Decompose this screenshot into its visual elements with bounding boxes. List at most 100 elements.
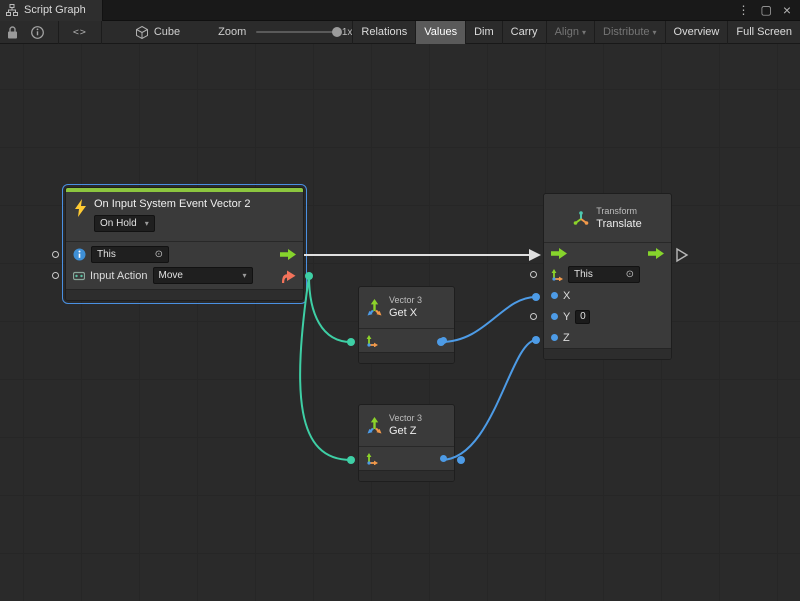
node-on-input-system-event[interactable]: On Input System Event Vector 2 On Hold ▾…: [65, 187, 304, 301]
toolbar-separator: [101, 21, 102, 44]
toolbar-buttons: Relations Values Dim Carry Align▾ Distri…: [352, 21, 800, 44]
transform-flow-row: [544, 243, 671, 264]
transform-y-row: Y 0: [544, 306, 671, 327]
wire-vector2-getz[interactable]: [300, 276, 351, 460]
flow-port[interactable]: [52, 251, 59, 258]
event-this-field[interactable]: This ⊙: [91, 246, 169, 263]
cube-icon: [136, 26, 148, 39]
wire-float-z[interactable]: [441, 340, 536, 460]
axes-icon: [366, 453, 378, 465]
flow-out-arrow-icon[interactable]: [648, 248, 664, 259]
y-port-outer[interactable]: [530, 313, 537, 320]
transform-header: Transform Translate: [544, 194, 671, 242]
code-view-icon[interactable]: <>: [59, 27, 101, 38]
wire-endpoint[interactable]: [347, 338, 355, 346]
maximize-icon[interactable]: ▢: [760, 4, 771, 16]
vector3-icon: [366, 299, 383, 316]
axes-icon: [366, 335, 378, 347]
titlebar: Script Graph ⋮ ▢ ×: [0, 0, 800, 21]
wire-endpoint[interactable]: [347, 456, 355, 464]
graph-toolbar: <> Cube Zoom 1x Relations Values Dim Car…: [0, 21, 800, 44]
chevron-down-icon: ▾: [582, 28, 586, 37]
event-node-header: On Input System Event Vector 2 On Hold ▾: [66, 192, 303, 241]
wire-endpoint[interactable]: [457, 456, 465, 464]
zoom-slider-handle[interactable]: [332, 27, 342, 37]
close-icon[interactable]: ×: [783, 3, 791, 17]
node-footer: [66, 289, 303, 300]
node-get-x[interactable]: Vector 3 Get X: [358, 286, 455, 364]
object-port[interactable]: [530, 271, 537, 278]
z-input-port[interactable]: [551, 334, 558, 341]
script-graph-window: Script Graph ⋮ ▢ × <> Cube Zoom 1x: [0, 0, 800, 601]
tab-script-graph[interactable]: Script Graph: [0, 0, 103, 21]
lock-icon[interactable]: [7, 26, 18, 39]
event-mode-dropdown[interactable]: On Hold ▾: [94, 215, 155, 232]
flow-port[interactable]: [52, 272, 59, 279]
object-icon: [73, 248, 86, 261]
input-action-label: Input Action: [90, 270, 148, 282]
event-this-row: This ⊙: [66, 244, 303, 265]
lightning-bolt-icon: [74, 199, 87, 222]
node-group-label: Vector 3: [389, 413, 422, 424]
target-object-label: Cube: [154, 26, 180, 38]
node-group-label: Transform: [596, 206, 641, 217]
node-footer: [359, 352, 454, 363]
full-screen-button[interactable]: Full Screen: [727, 21, 800, 44]
get-x-port-row: [359, 328, 454, 352]
wire-endpoint[interactable]: [532, 293, 540, 301]
node-name-label: Translate: [596, 217, 641, 231]
get-z-header: Vector 3 Get Z: [359, 405, 454, 446]
node-name-label: Get Z: [389, 424, 422, 438]
align-button[interactable]: Align▾: [546, 21, 594, 44]
flow-out-arrow-icon[interactable]: [280, 249, 296, 260]
y-value-field[interactable]: 0: [575, 310, 590, 324]
transform-z-row: Z: [544, 327, 671, 348]
chevron-down-icon: ▾: [145, 217, 149, 230]
z-port-label: Z: [563, 332, 570, 344]
flow-continue-triangle[interactable]: [677, 249, 687, 261]
distribute-button[interactable]: Distribute▾: [594, 21, 664, 44]
float-output-port[interactable]: [440, 337, 447, 344]
node-get-z[interactable]: Vector 3 Get Z: [358, 404, 455, 482]
transform-this-field[interactable]: This ⊙: [568, 266, 640, 283]
chevron-down-icon: ▾: [653, 28, 657, 37]
wire-endpoint[interactable]: [305, 272, 313, 280]
input-action-dropdown[interactable]: Move ▾: [153, 267, 253, 284]
event-node-title: On Input System Event Vector 2: [94, 198, 251, 210]
wire-vector2-getx[interactable]: [309, 276, 351, 342]
y-port-label: Y: [563, 311, 570, 323]
object-picker-icon[interactable]: ⊙: [626, 268, 634, 281]
wire-float-x[interactable]: [441, 297, 536, 342]
transform-this-row: This ⊙: [544, 264, 671, 285]
node-transform-translate[interactable]: Transform Translate: [543, 193, 672, 360]
wire-flow-arrowhead: [529, 249, 541, 261]
graph-canvas[interactable]: On Input System Event Vector 2 On Hold ▾…: [0, 44, 800, 601]
y-input-port[interactable]: [551, 313, 558, 320]
carry-button[interactable]: Carry: [502, 21, 546, 44]
object-picker-icon[interactable]: ⊙: [155, 248, 163, 261]
window-controls: ⋮ ▢ ×: [737, 3, 800, 17]
chevron-down-icon: ▾: [242, 269, 246, 282]
zoom-slider[interactable]: [256, 31, 334, 33]
overview-button[interactable]: Overview: [665, 21, 728, 44]
axes-icon: [551, 269, 563, 281]
dim-button[interactable]: Dim: [465, 21, 502, 44]
float-output-port[interactable]: [440, 455, 447, 462]
x-input-port[interactable]: [551, 292, 558, 299]
tab-label: Script Graph: [24, 4, 86, 16]
wire-endpoint[interactable]: [532, 336, 540, 344]
node-group-label: Vector 3: [389, 295, 422, 306]
get-x-header: Vector 3 Get X: [359, 287, 454, 328]
node-name-label: Get X: [389, 306, 422, 320]
get-z-port-row: [359, 446, 454, 470]
vector2-out-arrow-icon[interactable]: [281, 269, 296, 283]
node-footer: [544, 348, 671, 359]
relations-button[interactable]: Relations: [352, 21, 415, 44]
target-object-button[interactable]: Cube: [136, 26, 180, 39]
zoom-label: Zoom: [218, 26, 246, 38]
info-icon[interactable]: [31, 26, 44, 39]
x-port-label: X: [563, 290, 570, 302]
window-menu-icon[interactable]: ⋮: [737, 4, 749, 16]
flow-in-arrow-icon[interactable]: [551, 248, 567, 259]
values-button[interactable]: Values: [415, 21, 465, 44]
